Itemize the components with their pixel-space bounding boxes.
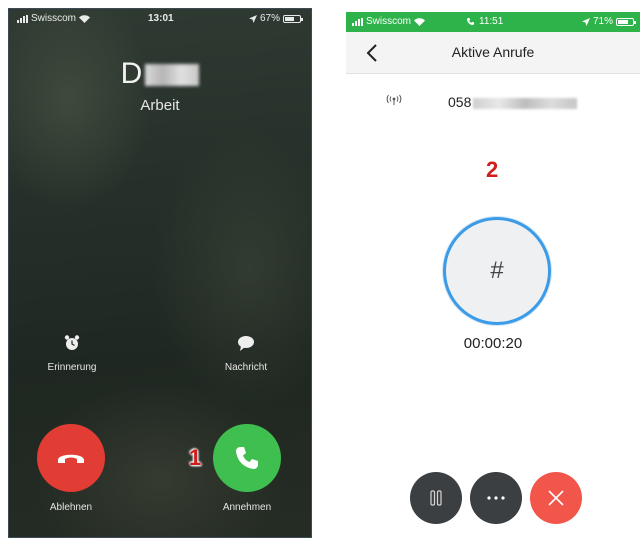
page-title: Aktive Anrufe [451,44,535,60]
step-marker-1: 1 [189,445,202,470]
hold-button[interactable] [410,472,462,524]
status-time: 13:01 [148,13,174,24]
carrier-name: Swisscom [366,16,412,27]
reminder-label: Erinnerung [47,362,97,373]
caller-name: D [9,57,311,91]
carrier-indicator: Swisscom [17,13,91,24]
carrier-name: Swisscom [31,13,77,24]
battery-fill [618,19,628,24]
alarm-clock-icon [64,335,80,350]
status-time-text: 11:51 [479,16,504,27]
battery-icon [283,14,303,23]
step-marker-2: 2 [486,157,499,182]
signal-icon [352,17,363,26]
battery-percent: 67% [259,13,280,24]
phone-call-icon [466,17,475,26]
nav-bar: Aktive Anrufe [346,32,640,74]
ellipsis-icon [487,496,505,500]
signal-icon [17,14,28,23]
location-arrow-icon [581,17,590,26]
caller-label: Arbeit [140,97,180,114]
battery-indicator: 71% [581,16,636,27]
battery-percent: 71% [592,16,613,27]
decline-label: Ablehnen [49,502,93,513]
battery-indicator: 67% [248,13,303,24]
caller-name-initial: D [120,57,144,90]
accept-label: Annehmen [222,502,272,513]
status-time: 11:51 [466,16,503,27]
message-label: Nachricht [224,362,268,373]
incoming-call-screen: Swisscom 13:01 67% D Arbeit Erinnerung N… [8,8,312,538]
pause-icon [430,490,442,506]
decline-call-button[interactable] [37,424,105,492]
call-timer: 00:00:20 [463,335,523,352]
carrier-indicator: Swisscom [352,16,426,27]
call-number-redacted [473,97,578,109]
accept-call-button[interactable] [213,424,281,492]
antenna-signal-icon [386,94,402,105]
wifi-icon [79,14,91,23]
battery-fill [285,16,295,21]
active-calls-screen: Swisscom 11:51 71% Aktive Anrufe 058 2 #… [346,12,640,540]
reminder-action[interactable]: Erinnerung [27,334,117,373]
end-call-button[interactable] [530,472,582,524]
keypad-button[interactable]: # [443,217,551,325]
status-bar: Swisscom 11:51 71% [346,12,640,32]
message-action[interactable]: Nachricht [201,334,291,373]
phone-hangup-icon [58,454,84,463]
battery-icon [616,17,636,26]
call-number: 058 [448,94,578,110]
close-icon [548,490,564,506]
location-arrow-icon [248,14,257,23]
message-bubble-icon [238,336,254,351]
active-call-row[interactable]: 058 [346,90,640,114]
status-bar: Swisscom 13:01 67% [9,9,311,29]
caller-name-redacted [145,64,200,87]
wifi-icon [414,17,426,26]
phone-icon [236,447,258,469]
keypad-label: # [490,257,504,284]
call-number-prefix: 058 [448,94,472,110]
more-options-button[interactable] [470,472,522,524]
